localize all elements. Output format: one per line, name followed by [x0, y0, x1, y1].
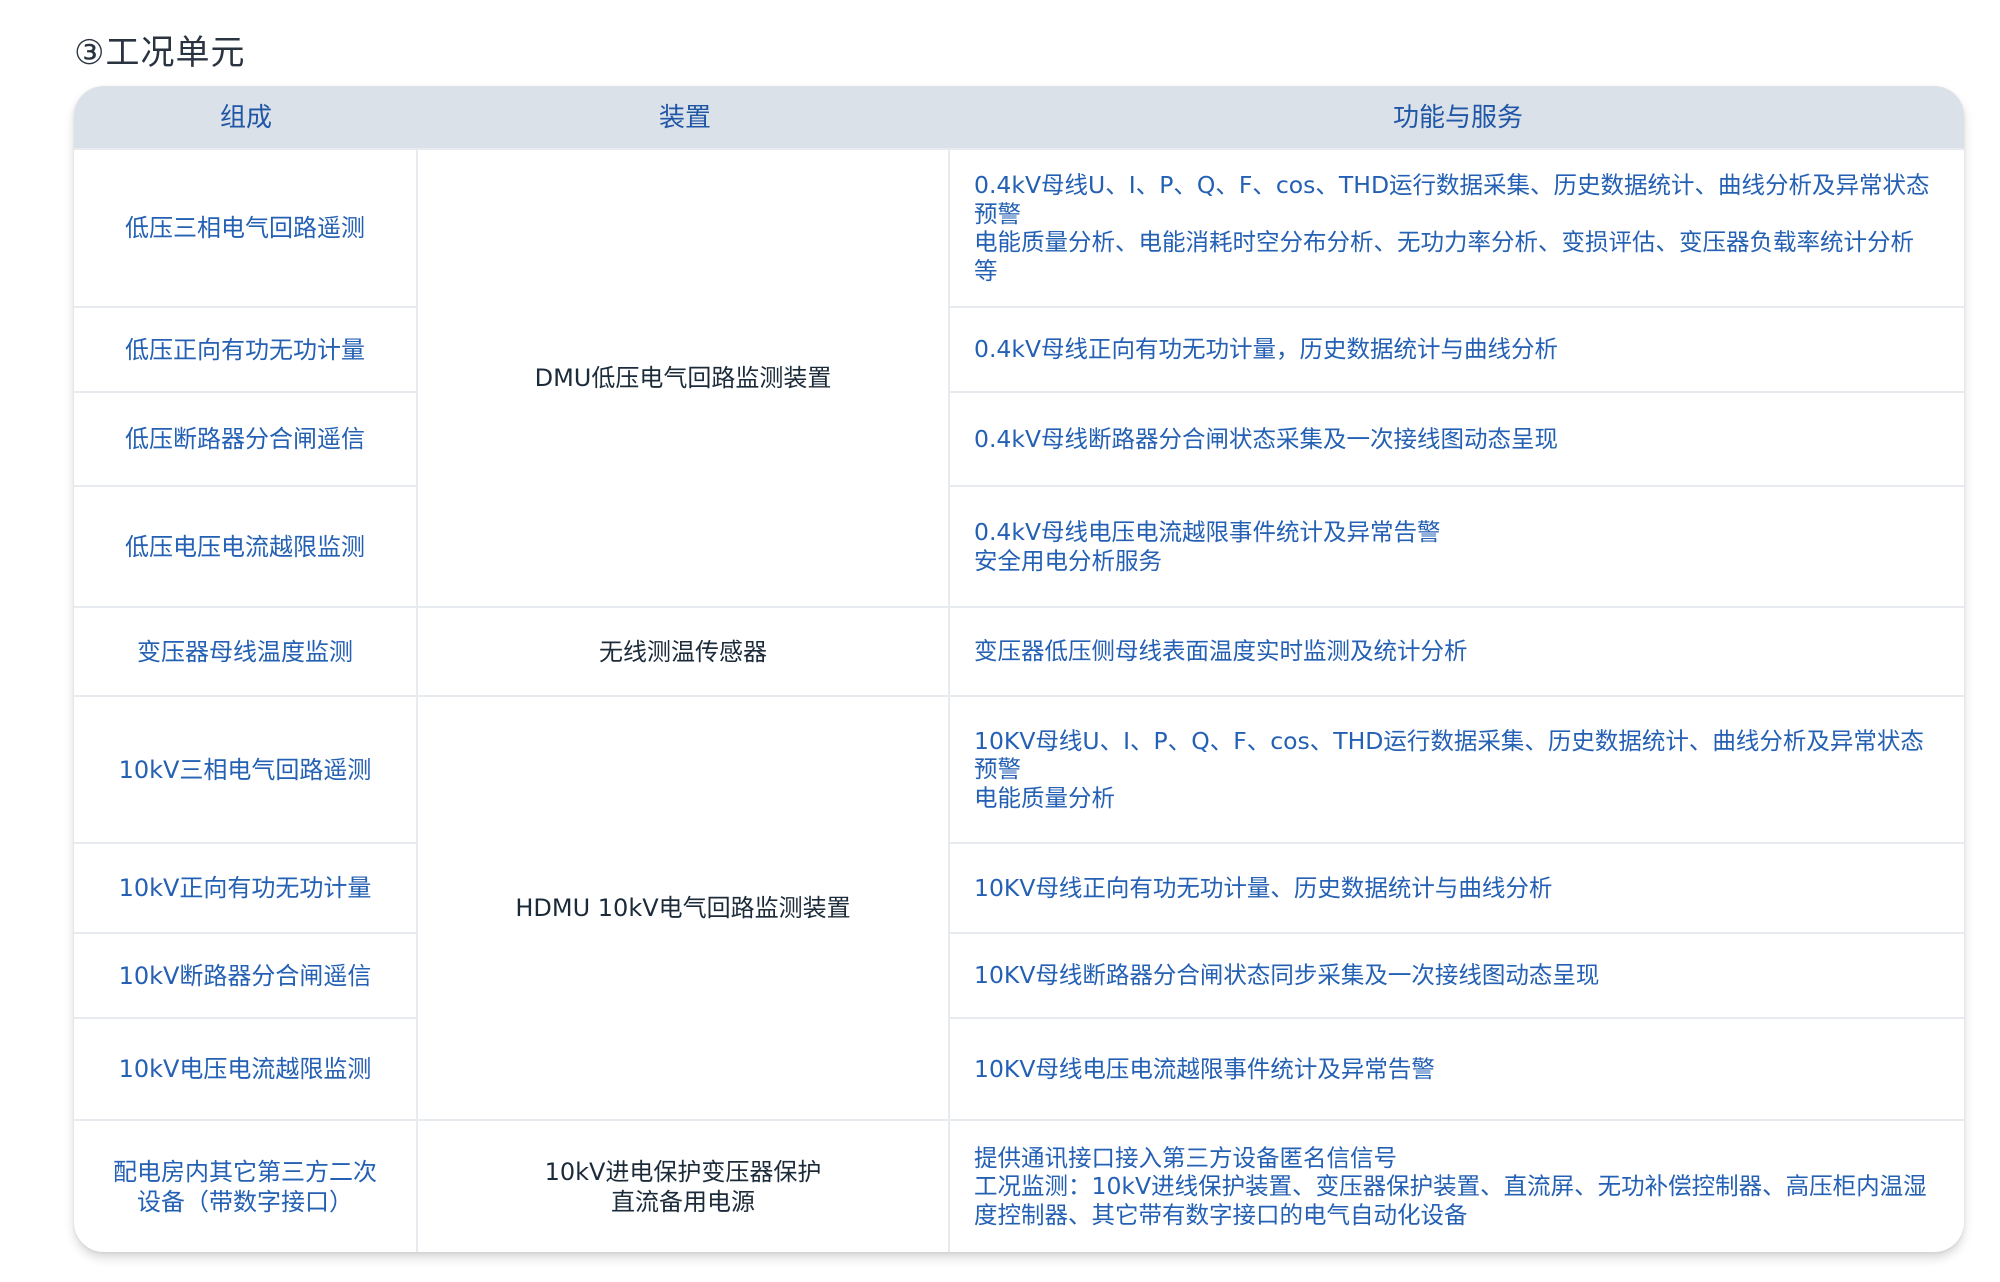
component-cell: 10kV电压电流越限监测	[74, 1019, 416, 1119]
function-cell: 提供通讯接口接入第三方设备匿名信信号 工况监测：10kV进线保护装置、变压器保护…	[950, 1121, 1964, 1252]
component-label: 低压电压电流越限监测	[125, 532, 365, 561]
function-text: 电能质量分析	[974, 783, 1115, 812]
component-label: 低压正向有功无功计量	[125, 335, 365, 364]
device-label: 直流备用电源	[610, 1187, 755, 1216]
device-cell: DMU低压电气回路监测装置	[418, 150, 948, 606]
function-cell: 0.4kV母线断路器分合闸状态采集及一次接线图动态呈现	[950, 393, 1964, 485]
component-cell: 低压电压电流越限监测	[74, 487, 416, 606]
component-cell: 变压器母线温度监测	[74, 608, 416, 695]
component-label: 配电房内其它第三方二次设备（带数字接口）	[113, 1157, 377, 1216]
component-cell: 配电房内其它第三方二次设备（带数字接口）	[74, 1121, 416, 1252]
header-component: 组成	[219, 103, 272, 133]
function-text: 提供通讯接口接入第三方设备匿名信信号	[974, 1143, 1397, 1172]
component-label: 10kV断路器分合闸遥信	[118, 961, 372, 990]
function-text: 10KV母线U、I、P、Q、F、cos、THD运行数据采集、历史数据统计、曲线分…	[974, 726, 1924, 784]
component-cell: 低压正向有功无功计量	[74, 308, 416, 391]
function-cell: 0.4kV母线电压电流越限事件统计及异常告警 安全用电分析服务	[950, 487, 1964, 606]
component-cell: 低压断路器分合闸遥信	[74, 393, 416, 485]
device-cell: 10kV进电保护变压器保护 直流备用电源	[418, 1121, 948, 1252]
component-cell: 10kV三相电气回路遥测	[74, 697, 416, 842]
component-cell: 10kV断路器分合闸遥信	[74, 934, 416, 1017]
function-text: 0.4kV母线正向有功无功计量，历史数据统计与曲线分析	[974, 335, 1559, 364]
function-cell: 0.4kV母线U、I、P、Q、F、cos、THD运行数据采集、历史数据统计、曲线…	[950, 150, 1964, 306]
function-cell: 0.4kV母线正向有功无功计量，历史数据统计与曲线分析	[950, 308, 1964, 391]
device-cell: HDMU 10kV电气回路监测装置	[418, 697, 948, 1119]
function-text: 工况监测：10kV进线保护装置、变压器保护装置、直流屏、无功补偿控制器、高压柜内…	[974, 1172, 1927, 1229]
function-text: 10KV母线断路器分合闸状态同步采集及一次接线图动态呈现	[974, 961, 1600, 990]
device-label: 10kV进电保护变压器保护	[544, 1157, 822, 1186]
device-cell: 无线测温传感器	[418, 608, 948, 695]
function-cell: 变压器低压侧母线表面温度实时监测及统计分析	[950, 608, 1964, 695]
function-cell: 10KV母线断路器分合闸状态同步采集及一次接线图动态呈现	[950, 934, 1964, 1017]
function-text: 安全用电分析服务	[974, 546, 1162, 575]
function-cell: 10KV母线电压电流越限事件统计及异常告警	[950, 1019, 1964, 1119]
component-cell: 10kV正向有功无功计量	[74, 844, 416, 932]
function-text: 电能质量分析、电能消耗时空分布分析、无功力率分析、变损评估、变压器负载率统计分析…	[974, 228, 1914, 285]
header-function: 功能与服务	[1392, 103, 1523, 133]
function-text: 0.4kV母线U、I、P、Q、F、cos、THD运行数据采集、历史数据统计、曲线…	[974, 171, 1930, 228]
function-text: 10KV母线电压电流越限事件统计及异常告警	[974, 1054, 1435, 1083]
function-text: 0.4kV母线断路器分合闸状态采集及一次接线图动态呈现	[974, 424, 1559, 453]
component-label: 低压三相电气回路遥测	[125, 214, 365, 242]
function-text: 0.4kV母线电压电流越限事件统计及异常告警	[974, 518, 1441, 546]
function-cell: 10KV母线正向有功无功计量、历史数据统计与曲线分析	[950, 844, 1964, 932]
section-title: ③工况单元	[74, 33, 246, 73]
device-label: HDMU 10kV电气回路监测装置	[515, 894, 851, 922]
function-cell: 10KV母线U、I、P、Q、F、cos、THD运行数据采集、历史数据统计、曲线分…	[950, 697, 1964, 842]
function-text: 10KV母线正向有功无功计量、历史数据统计与曲线分析	[974, 873, 1553, 902]
component-label: 变压器母线温度监测	[137, 637, 353, 666]
component-label: 10kV三相电气回路遥测	[118, 755, 372, 784]
component-label: 10kV电压电流越限监测	[118, 1055, 372, 1083]
component-label: 10kV正向有功无功计量	[118, 874, 372, 902]
component-label: 低压断路器分合闸遥信	[125, 425, 365, 453]
table-header: 组成 装置 功能与服务	[74, 86, 1964, 148]
work-condition-table: 组成 装置 功能与服务 低压三相电气回路遥测 低压正向有功无功计量 低压断路器分…	[74, 86, 1964, 1252]
device-label: 无线测温传感器	[599, 637, 767, 666]
component-cell: 低压三相电气回路遥测	[74, 150, 416, 306]
device-label: DMU低压电气回路监测装置	[534, 364, 832, 392]
header-device: 装置	[658, 103, 711, 133]
function-text: 变压器低压侧母线表面温度实时监测及统计分析	[974, 637, 1468, 666]
